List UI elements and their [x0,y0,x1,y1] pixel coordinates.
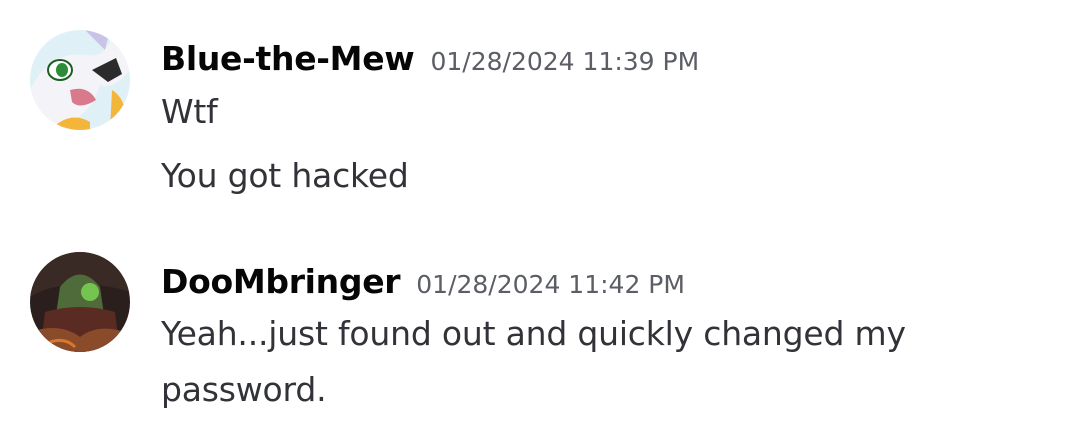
message-header: Blue-the-Mew 01/28/2024 11:39 PM [161,39,699,78]
message-text: Wtf [161,92,218,131]
message-text: password. [161,370,327,409]
username[interactable]: DooMbringer [161,262,401,301]
message-text: Yeah...just found out and quickly change… [161,314,906,353]
white-cat-avatar-icon[interactable] [30,30,130,130]
username[interactable]: Blue-the-Mew [161,39,415,78]
message-text: You got hacked [161,156,409,195]
timestamp: 01/28/2024 11:42 PM [416,270,685,299]
message-header: DooMbringer 01/28/2024 11:42 PM [161,262,685,301]
dark-warrior-avatar-icon[interactable] [30,252,130,352]
timestamp: 01/28/2024 11:39 PM [430,47,700,76]
